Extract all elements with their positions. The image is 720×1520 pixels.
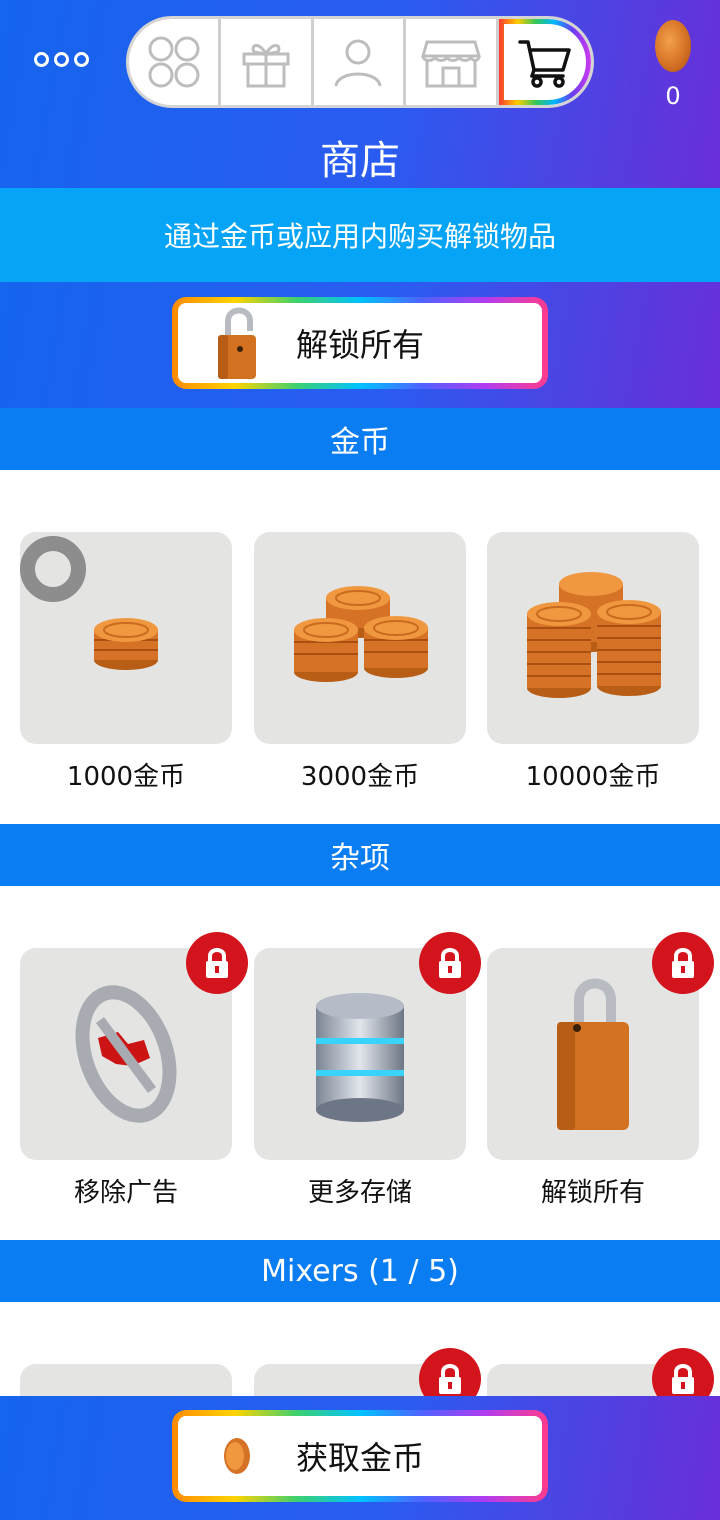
grid-icon — [148, 36, 200, 88]
nav-tab-bar — [126, 16, 594, 108]
store-icon — [420, 40, 481, 88]
tab-gift[interactable] — [221, 19, 314, 105]
profile-icon — [334, 39, 382, 87]
lock-icon — [439, 948, 461, 978]
unlock-all-item-label: 解锁所有 — [540, 1178, 645, 1208]
coin-balance-icon — [655, 20, 691, 72]
section-header-misc: 杂项 — [0, 824, 720, 886]
get-coins-button[interactable]: 获取金币 — [172, 1410, 548, 1502]
tab-profile[interactable] — [314, 19, 407, 105]
tab-cart[interactable] — [499, 19, 591, 105]
section-header-coins: 金币 — [0, 408, 720, 470]
coin-pack-3000-label: 3000金币 — [300, 762, 420, 792]
unlock-all-lock-badge — [652, 932, 714, 994]
coin-pack-10000[interactable] — [487, 532, 699, 744]
cart-icon — [518, 40, 571, 88]
unlock-all-label: 解锁所有 — [295, 326, 424, 364]
lock-icon — [672, 1364, 694, 1394]
unlock-all-button[interactable]: 解锁所有 — [172, 297, 548, 389]
ring-marker-icon — [20, 536, 86, 602]
coin-pack-10000-label: 10000金币 — [525, 762, 661, 792]
lock-icon — [206, 948, 228, 978]
more-dots-icon[interactable] — [34, 52, 89, 67]
get-coins-label: 获取金币 — [295, 1439, 424, 1477]
more-storage-lock-badge — [419, 932, 481, 994]
coin-stack-medium-icon — [294, 586, 428, 682]
coin-balance: 0 — [665, 82, 681, 110]
page-title: 商店 — [320, 138, 400, 184]
more-storage-label: 更多存储 — [307, 1178, 412, 1208]
top-header: 0 商店 — [0, 0, 720, 188]
gift-icon — [242, 44, 290, 88]
lock-icon — [672, 948, 694, 978]
tab-grid[interactable] — [129, 19, 222, 105]
section-header-mixers: Mixers (1 / 5) — [0, 1240, 720, 1302]
remove-ads-lock-badge — [186, 932, 248, 994]
lock-icon — [439, 1364, 461, 1394]
bottom-bar: 获取金币 — [0, 1396, 720, 1520]
info-banner: 通过金币或应用内购买解锁物品 — [0, 188, 720, 282]
unlock-all-band: 解锁所有 — [0, 282, 720, 408]
remove-ads-label: 移除广告 — [73, 1178, 178, 1208]
coin-stack-large-icon — [527, 572, 661, 698]
tab-store[interactable] — [406, 19, 499, 105]
coin-pack-3000[interactable] — [254, 532, 466, 744]
coin-pack-1000-label: 1000金币 — [66, 762, 186, 792]
